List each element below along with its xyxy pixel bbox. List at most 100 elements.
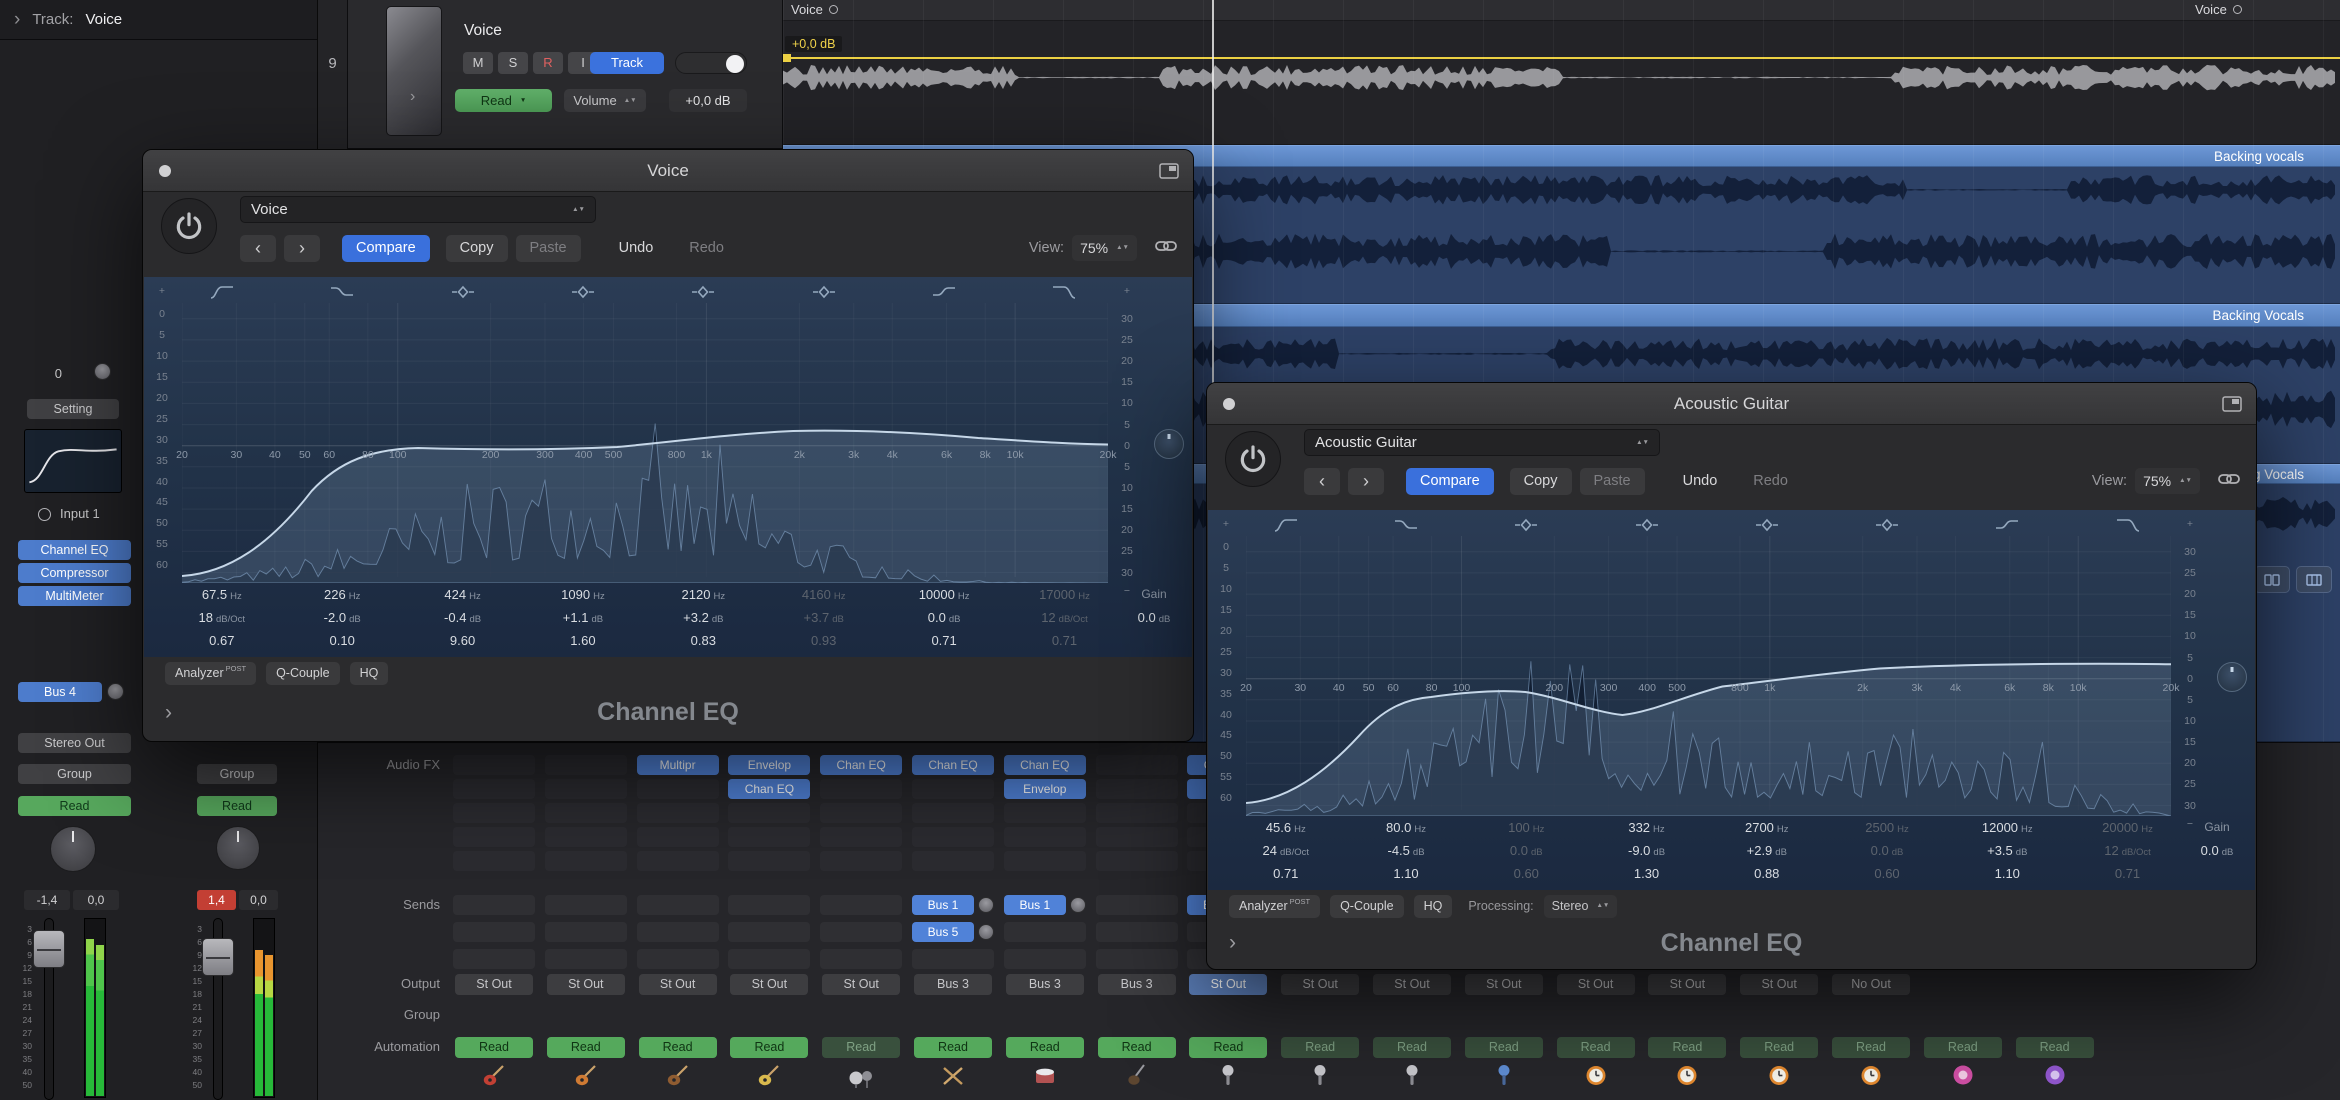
gain-knob[interactable] xyxy=(94,363,111,380)
q-couple-button[interactable]: Q-Couple xyxy=(1330,895,1404,918)
bell-band-icon[interactable] xyxy=(1874,517,1900,533)
audio-fx-slot[interactable]: Chan EQ xyxy=(728,779,810,799)
band-1-info[interactable]: 45.6Hz24dB/Oct0.71 xyxy=(1263,816,1310,885)
pan-knob[interactable] xyxy=(50,826,96,872)
paste-button[interactable]: Paste xyxy=(516,235,581,262)
hq-button[interactable]: HQ xyxy=(350,662,389,685)
setting-button[interactable]: Setting xyxy=(27,399,119,419)
send-slot-empty[interactable] xyxy=(728,895,810,915)
audio-fx-slot-empty[interactable] xyxy=(453,803,535,823)
redo-button[interactable]: Redo xyxy=(675,235,738,262)
preset-dropdown[interactable]: Voice▲▼ xyxy=(240,196,596,223)
audio-fx-slot-empty[interactable] xyxy=(545,803,627,823)
automation-button[interactable]: Read xyxy=(455,1037,533,1058)
highpass-band-icon[interactable] xyxy=(1273,517,1299,533)
bell-band-icon[interactable] xyxy=(690,284,716,300)
output-slot[interactable]: Stereo Out xyxy=(18,733,131,753)
output-button[interactable]: Bus 3 xyxy=(1006,974,1084,995)
region-name[interactable]: Voice xyxy=(791,2,838,17)
master-gain-wheel[interactable] xyxy=(1154,429,1184,459)
audio-fx-slot-empty[interactable] xyxy=(912,827,994,847)
output-button[interactable]: St Out xyxy=(822,974,900,995)
eq-thumbnail[interactable] xyxy=(24,429,122,493)
send-slot-empty[interactable] xyxy=(912,949,994,969)
audio-fx-slot-empty[interactable] xyxy=(820,803,902,823)
volume-automation-line[interactable] xyxy=(783,57,2340,59)
view-zoom-stepper[interactable]: 75%▲▼ xyxy=(2135,468,2200,494)
bell-band-icon[interactable] xyxy=(1634,517,1660,533)
send-slot-empty[interactable] xyxy=(820,895,902,915)
band-6-info[interactable]: 4160Hz+3.7dB0.93 xyxy=(802,583,846,652)
send-slot[interactable]: Bus 1 xyxy=(1004,895,1066,915)
eq-plot-area[interactable]: 2030405060801002003004005008001k2k3k4k6k… xyxy=(1246,510,2171,816)
audio-fx-slot[interactable]: Chan EQ xyxy=(912,755,994,775)
track-name[interactable]: Voice xyxy=(464,22,502,40)
audio-fx-slot-empty[interactable] xyxy=(1096,827,1178,847)
previous-preset-button[interactable]: ‹ xyxy=(1304,468,1340,495)
band-6-info[interactable]: 2500Hz0.0dB0.60 xyxy=(1865,816,1909,885)
window-close-dot[interactable] xyxy=(159,165,171,177)
output-button[interactable]: No Out xyxy=(1832,974,1910,995)
undo-button[interactable]: Undo xyxy=(605,235,668,262)
audio-fx-slot-empty[interactable] xyxy=(912,803,994,823)
band-3-info[interactable]: 100Hz0.0dB0.60 xyxy=(1508,816,1544,885)
link-window-icon[interactable] xyxy=(2222,396,2242,417)
bell-band-icon[interactable] xyxy=(1754,517,1780,533)
send-slot-empty[interactable] xyxy=(1004,922,1086,942)
output-button[interactable]: St Out xyxy=(1189,974,1267,995)
output-button[interactable]: St Out xyxy=(1281,974,1359,995)
send-level-knob[interactable] xyxy=(978,924,994,940)
band-2-info[interactable]: 80.0Hz-4.5dB1.10 xyxy=(1386,816,1426,885)
plugin-power-button[interactable] xyxy=(1225,431,1281,487)
list-view-toggle[interactable] xyxy=(2296,566,2332,593)
link-window-icon[interactable] xyxy=(1159,163,1179,184)
audio-fx-slot-empty[interactable] xyxy=(820,851,902,871)
send-slot-empty[interactable] xyxy=(1004,949,1086,969)
lowshelf-band-icon[interactable] xyxy=(1393,517,1419,533)
track-number[interactable]: 9 xyxy=(318,0,348,149)
disclosure-chevron[interactable]: › xyxy=(410,88,415,106)
link-icon[interactable] xyxy=(2218,472,2240,490)
automation-button[interactable]: Read xyxy=(1557,1037,1635,1058)
group-slot[interactable]: Group xyxy=(18,764,131,784)
track-inspector-header[interactable]: › Track: Voice xyxy=(0,0,317,40)
automation-button[interactable]: Read xyxy=(1189,1037,1267,1058)
output-button[interactable]: St Out xyxy=(639,974,717,995)
audio-fx-slot-empty[interactable] xyxy=(728,803,810,823)
parameter-dropdown[interactable]: Volume▲▼ xyxy=(564,89,646,112)
output-button[interactable]: St Out xyxy=(1648,974,1726,995)
audio-fx-slot-empty[interactable] xyxy=(728,827,810,847)
audio-fx-slot-empty[interactable] xyxy=(453,755,535,775)
eq-display[interactable]: +051015202530354045505560+30252015105051… xyxy=(1208,510,2255,890)
audio-fx-slot[interactable]: Envelop xyxy=(1004,779,1086,799)
audio-fx-slot-empty[interactable] xyxy=(820,827,902,847)
next-preset-button[interactable]: › xyxy=(284,235,320,262)
track-on-toggle[interactable] xyxy=(675,52,747,74)
highshelf-band-icon[interactable] xyxy=(931,284,957,300)
send-slot-empty[interactable] xyxy=(453,895,535,915)
plugin-slot-compressor[interactable]: Compressor xyxy=(18,563,131,583)
send-slot-empty[interactable] xyxy=(820,949,902,969)
automation-button[interactable]: Read xyxy=(730,1037,808,1058)
band-5-info[interactable]: 2120Hz+3.2dB0.83 xyxy=(682,583,726,652)
automation-button[interactable]: Read xyxy=(914,1037,992,1058)
disclosure-chevron[interactable]: › xyxy=(14,9,20,31)
plugin-slot-channel-eq[interactable]: Channel EQ xyxy=(18,540,131,560)
grid-view-toggle[interactable] xyxy=(2254,566,2290,593)
send-slot-empty[interactable] xyxy=(728,922,810,942)
band-1-info[interactable]: 67.5Hz18dB/Oct0.67 xyxy=(199,583,246,652)
fader-handle[interactable] xyxy=(33,930,65,968)
bell-band-icon[interactable] xyxy=(1513,517,1539,533)
automation-mode-dropdown[interactable]: Read▼ xyxy=(455,89,552,112)
lowpass-band-icon[interactable] xyxy=(1051,284,1077,300)
parameter-value[interactable]: +0,0 dB xyxy=(669,89,747,112)
send-slot[interactable]: Bus 1 xyxy=(912,895,974,915)
link-icon[interactable] xyxy=(1155,239,1177,257)
audio-fx-slot-empty[interactable] xyxy=(1096,755,1178,775)
pan-knob-2[interactable] xyxy=(216,826,260,870)
automation-button[interactable]: Read xyxy=(822,1037,900,1058)
master-gain-readout[interactable]: Gain0.0dB xyxy=(1120,583,1188,629)
send-slot-empty[interactable] xyxy=(1096,922,1178,942)
send-slot-empty[interactable] xyxy=(453,922,535,942)
voice-track-lane[interactable]: +0,0 dB xyxy=(783,21,2340,145)
